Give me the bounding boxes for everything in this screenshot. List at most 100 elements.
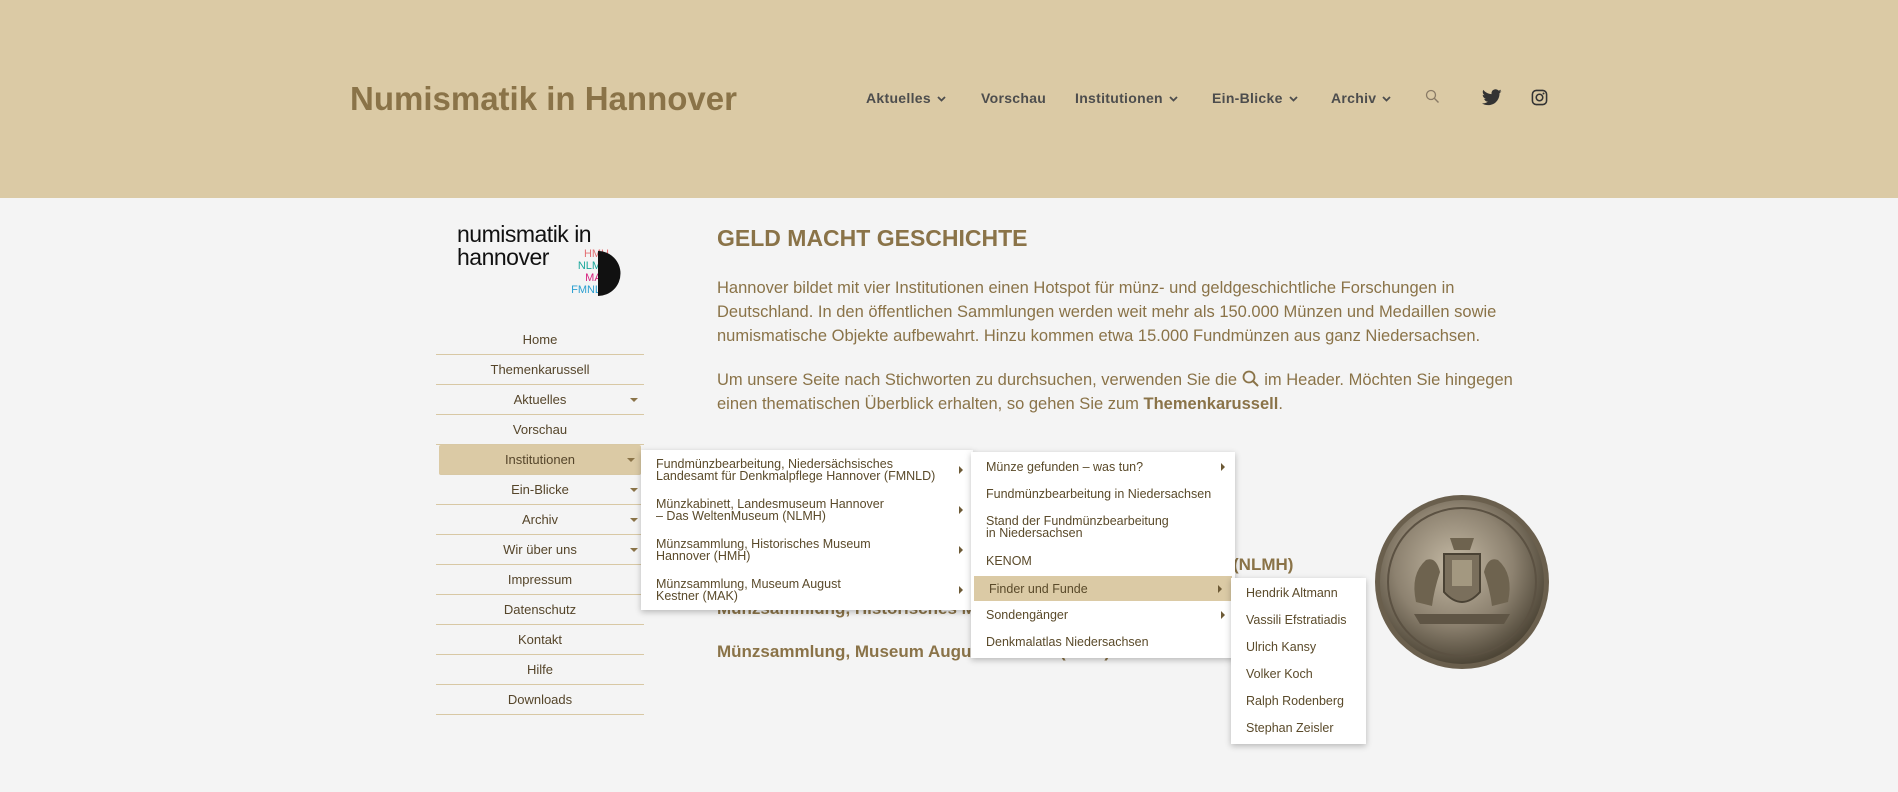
caret-down-icon [630, 488, 638, 492]
sidebar-item-label: Datenschutz [503, 602, 577, 617]
submenu-item-nlmh[interactable]: Münzkabinett, Landesmuseum Hannover – Das… [641, 498, 973, 534]
sidebar-item-wir-ueber-uns[interactable]: Wir über uns [436, 535, 644, 565]
sidebar-item-vorschau[interactable]: Vorschau [436, 415, 644, 445]
submenu-item-sondengaenger[interactable]: Sondengänger [971, 609, 1235, 629]
sidebar-item-label: Downloads [507, 692, 573, 707]
submenu-item-denkmalatlas[interactable]: Denkmalatlas Niedersachsen [971, 636, 1235, 656]
chevron-down-icon [1169, 96, 1178, 103]
chevron-down-icon [1289, 96, 1298, 103]
sidebar-item-downloads[interactable]: Downloads [436, 685, 644, 715]
nav-aktuelles[interactable]: Aktuelles [866, 90, 946, 106]
instagram-icon[interactable] [1531, 89, 1548, 106]
medal-image [1375, 495, 1549, 669]
sidebar-logo[interactable]: numismatik in hannover HMH NLMH MAK FMNL… [457, 223, 622, 298]
sidebar-item-label: Kontakt [517, 632, 563, 647]
nav-archiv-label: Archiv [1331, 90, 1377, 106]
sidebar-item-label: Ein-Blicke [511, 482, 569, 497]
submenu-item-person[interactable]: Vassili Efstratiadis [1231, 614, 1366, 634]
themenkarussell-link[interactable]: Themenkarussell [1144, 395, 1279, 413]
submenu-item-label: KENOM [986, 554, 1032, 568]
submenu-item-label: Ulrich Kansy [1246, 640, 1317, 654]
sidebar-item-themenkarussell[interactable]: Themenkarussell [436, 355, 644, 385]
search-hint-end: . [1278, 395, 1283, 413]
search-icon[interactable] [1425, 89, 1440, 104]
nav-ein-blicke[interactable]: Ein-Blicke [1212, 90, 1298, 106]
sidebar-item-ein-blicke[interactable]: Ein-Blicke [436, 475, 644, 505]
submenu-item-person[interactable]: Stephan Zeisler [1231, 722, 1366, 742]
submenu-item-label: Ralph Rodenberg [1246, 694, 1344, 708]
submenu-item-mak[interactable]: Münzsammlung, Museum August Kestner (MAK) [641, 578, 973, 614]
fmnld-submenu: Münze gefunden – was tun? Fundmünzbearbe… [971, 452, 1235, 658]
chevron-right-icon [959, 546, 963, 554]
institution-link-mak[interactable]: Münzsammlung, Museum Augu [717, 642, 971, 662]
chevron-right-icon [1221, 611, 1225, 619]
submenu-item-label: Volker Koch [1246, 667, 1313, 681]
submenu-item-fundmuenzbearbeitung[interactable]: Fundmünzbearbeitung in Niedersachsen [971, 488, 1235, 508]
sidebar-item-aktuelles[interactable]: Aktuelles [436, 385, 644, 415]
submenu-item-label: Hannover (HMH) [656, 549, 751, 563]
submenu-item-label: Finder und Funde [989, 582, 1088, 596]
sidebar-item-label: Vorschau [512, 422, 568, 437]
sidebar-item-label: Impressum [507, 572, 573, 587]
submenu-item-label: Landesamt für Denkmalpflege Hannover (FM… [656, 469, 936, 483]
main-content: GELD MACHT GESCHICHTE Hannover bildet mi… [717, 225, 1547, 413]
submenu-item-kenom[interactable]: KENOM [971, 555, 1235, 575]
nav-vorschau[interactable]: Vorschau [981, 90, 1046, 106]
intro-paragraph: Hannover bildet mit vier Institutionen e… [717, 279, 1497, 345]
sidebar-item-impressum[interactable]: Impressum [436, 565, 644, 595]
submenu-item-person[interactable]: Volker Koch [1231, 668, 1366, 688]
page-title: GELD MACHT GESCHICHTE [717, 225, 1028, 251]
sidebar-item-hilfe[interactable]: Hilfe [436, 655, 644, 685]
submenu-item-label: – Das WeltenMuseum (NLMH) [656, 509, 826, 523]
finder-und-funde-submenu: Hendrik Altmann Vassili Efstratiadis Ulr… [1231, 578, 1366, 744]
chevron-right-icon [1221, 463, 1225, 471]
submenu-item-hmh[interactable]: Münzsammlung, Historisches Museum Hannove… [641, 538, 973, 574]
submenu-item-person[interactable]: Hendrik Altmann [1231, 587, 1366, 607]
sidebar-menu: Home Themenkarussell Aktuelles Vorschau … [436, 325, 644, 715]
submenu-item-fmnld[interactable]: Fundmünzbearbeitung, Niedersächsisches La… [641, 458, 973, 494]
submenu-item-muenze-gefunden[interactable]: Münze gefunden – was tun? [971, 461, 1235, 481]
chevron-down-icon [1382, 96, 1392, 103]
sidebar-item-institutionen[interactable]: Institutionen [439, 445, 641, 475]
sidebar-item-label: Wir über uns [503, 542, 577, 557]
caret-down-icon [630, 398, 638, 402]
nav-institutionen[interactable]: Institutionen [1075, 90, 1178, 106]
chevron-right-icon [1218, 585, 1222, 593]
sidebar-item-archiv[interactable]: Archiv [436, 505, 644, 535]
sidebar-item-label: Institutionen [504, 452, 576, 467]
search-icon [1242, 370, 1259, 387]
nav-archiv[interactable]: Archiv [1331, 90, 1392, 106]
submenu-item-label: Münze gefunden – was tun? [986, 460, 1144, 474]
twitter-icon[interactable] [1482, 89, 1502, 106]
sidebar-item-label: Hilfe [526, 662, 553, 677]
search-hint-paragraph: Um unsere Seite nach Stichworten zu durc… [717, 368, 1547, 416]
institution-link-nlmh[interactable]: (NLMH) [1233, 555, 1293, 575]
sidebar-item-label: Archiv [521, 512, 559, 527]
nav-ein-blicke-label: Ein-Blicke [1212, 90, 1283, 106]
chevron-down-icon [937, 96, 946, 103]
sidebar-item-label: Aktuelles [513, 392, 567, 407]
nav-institutionen-label: Institutionen [1075, 90, 1163, 106]
site-title[interactable]: Numismatik in Hannover [350, 80, 737, 118]
submenu-item-label: Vassili Efstratiadis [1246, 613, 1347, 627]
sidebar-item-datenschutz[interactable]: Datenschutz [436, 595, 644, 625]
submenu-item-stand[interactable]: Stand der Fundmünzbearbeitung in Niedersa… [971, 515, 1235, 545]
caret-down-icon [627, 458, 635, 462]
nav-aktuelles-label: Aktuelles [866, 90, 931, 106]
submenu-item-person[interactable]: Ralph Rodenberg [1231, 695, 1366, 715]
sidebar-item-home[interactable]: Home [436, 325, 644, 355]
caret-down-icon [630, 518, 638, 522]
submenu-item-finder-und-funde[interactable]: Finder und Funde [974, 576, 1232, 601]
caret-down-icon [630, 548, 638, 552]
submenu-item-person[interactable]: Ulrich Kansy [1231, 641, 1366, 661]
chevron-right-icon [959, 586, 963, 594]
submenu-item-label: Stephan Zeisler [1246, 721, 1334, 735]
sidebar-item-kontakt[interactable]: Kontakt [436, 625, 644, 655]
logo-half-coin [598, 251, 621, 296]
chevron-right-icon [959, 506, 963, 514]
chevron-right-icon [959, 466, 963, 474]
institutionen-submenu: Fundmünzbearbeitung, Niedersächsisches La… [641, 450, 973, 610]
submenu-item-label: Denkmalatlas Niedersachsen [986, 635, 1149, 649]
nav-vorschau-label: Vorschau [981, 90, 1047, 106]
submenu-item-label: Kestner (MAK) [656, 589, 738, 603]
